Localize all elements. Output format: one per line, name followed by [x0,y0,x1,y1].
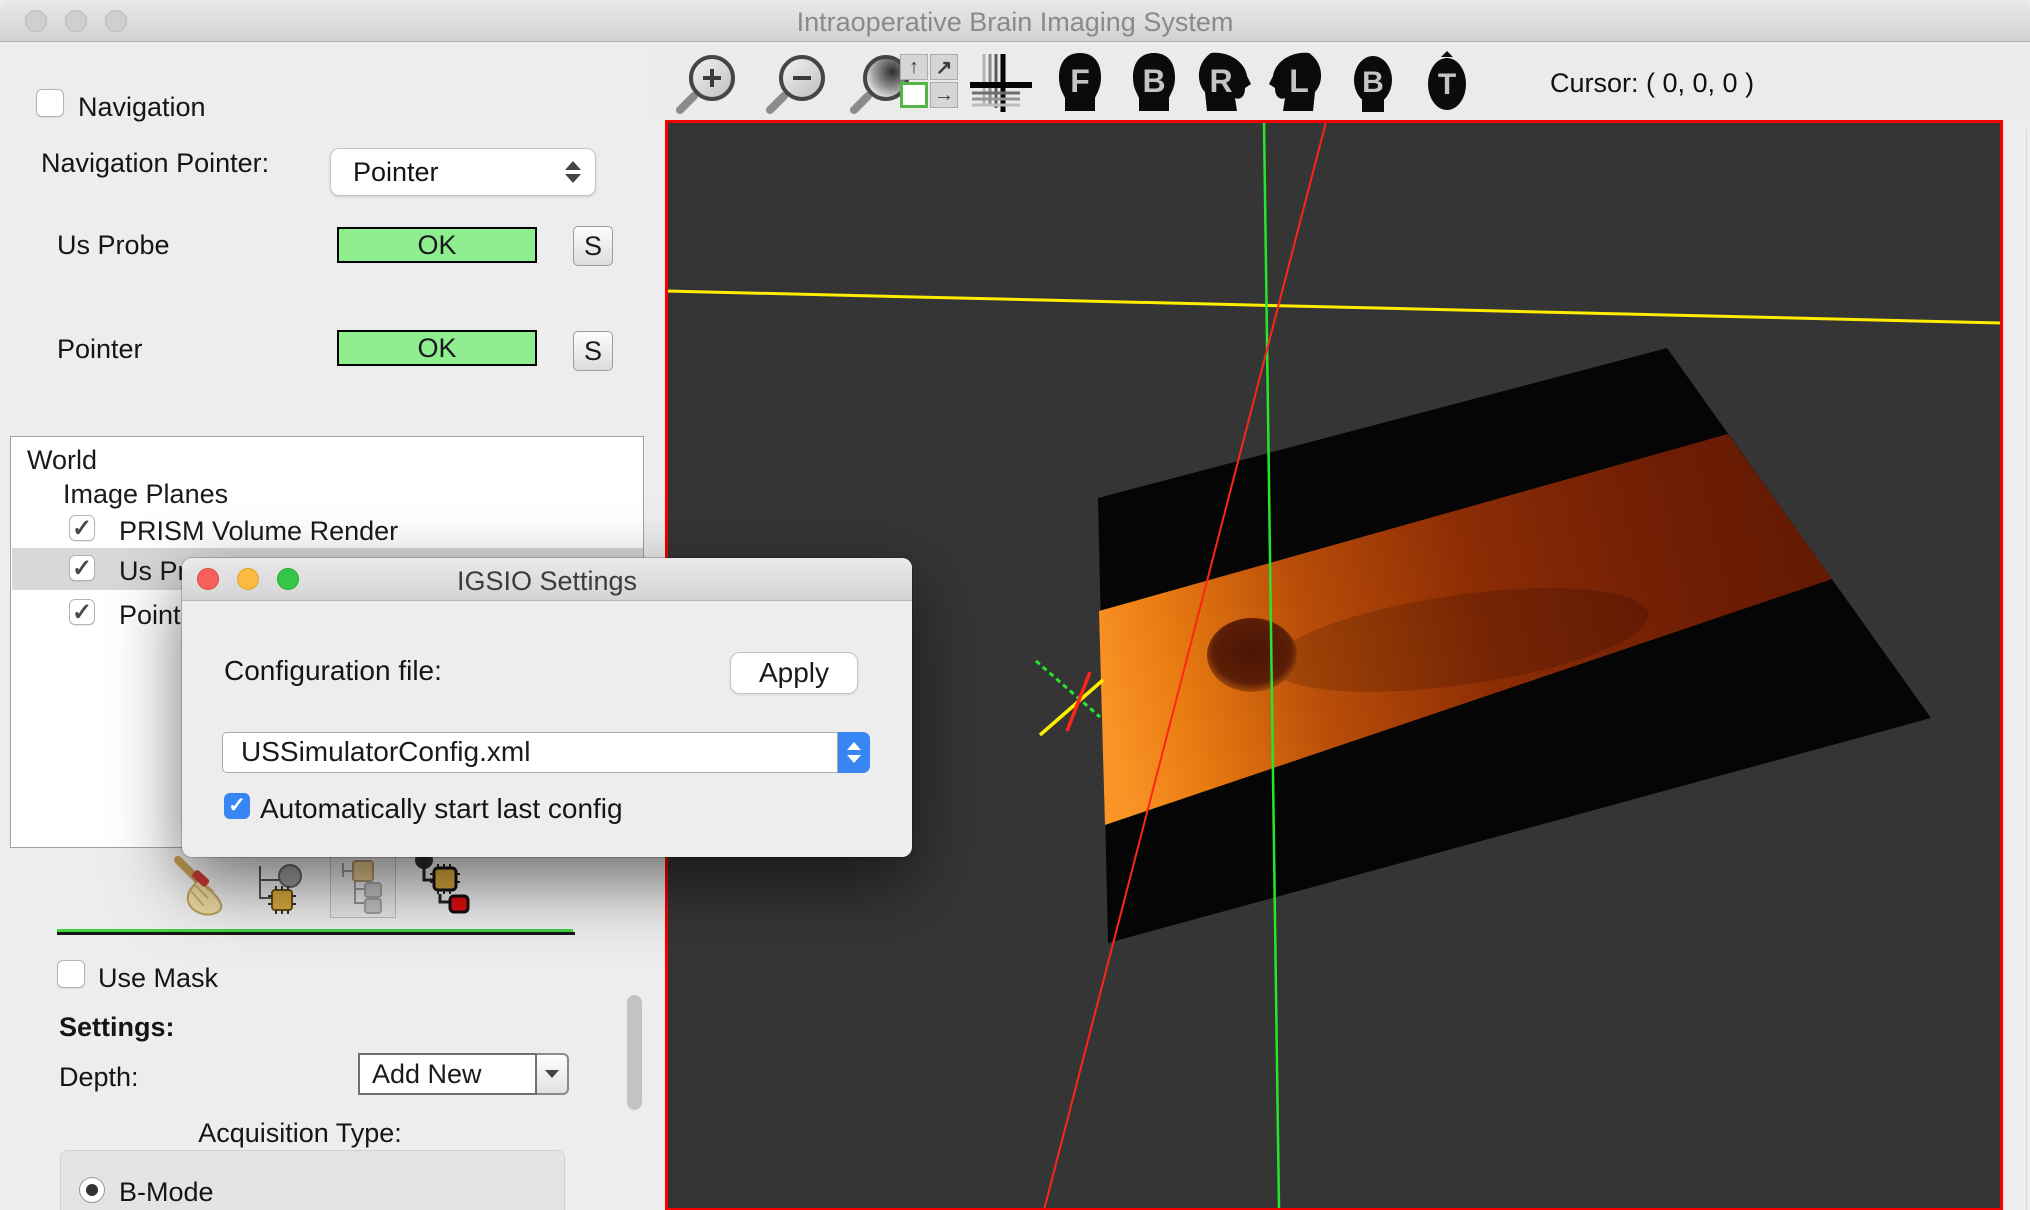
chevron-up-down-icon [565,161,581,183]
tree-item-us-probe[interactable]: Us Pr [119,556,187,587]
autostart-label: Automatically start last config [260,793,623,825]
apply-button[interactable]: Apply [730,652,858,694]
settings-heading: Settings: [59,1012,175,1043]
progress-line-track [57,932,575,935]
svg-text:B: B [1362,66,1384,99]
config-combo-stepper-icon[interactable] [838,732,870,773]
window-titlebar: Intraoperative Brain Imaging System [0,0,2030,42]
view-top-icon[interactable]: T [1422,50,1472,114]
navigation-pointer-value: Pointer [353,157,439,188]
svg-text:T: T [1438,68,1456,101]
navigation-pointer-label: Navigation Pointer: [41,148,269,179]
us-probe-s-button[interactable]: S [573,226,613,266]
tree-item-image-planes[interactable]: Image Planes [63,479,228,510]
navigation-pointer-select[interactable]: Pointer [330,148,596,196]
tree-item-world[interactable]: World [27,445,97,476]
tree-checkbox-us-probe[interactable]: ✓ [69,555,95,581]
depth-label: Depth: [59,1062,139,1093]
view-left-icon[interactable]: L [1268,50,1326,114]
us-probe-status: OK [337,227,537,263]
acquisition-group-box: B-Mode [60,1150,565,1210]
pipeline-selected-icon[interactable] [330,854,396,918]
view-back-icon[interactable]: B [1129,50,1179,114]
window-title: Intraoperative Brain Imaging System [0,7,2030,38]
svg-text:R: R [1209,63,1232,99]
view-right-icon[interactable]: R [1194,50,1252,114]
dialog-titlebar[interactable]: IGSIO Settings [182,558,912,601]
svg-text:B: B [1142,63,1165,99]
tree-item-pointer[interactable]: Point [119,600,181,631]
crosshairs-icon[interactable] [970,54,1036,116]
pointer-s-button[interactable]: S [573,331,613,371]
config-file-combo[interactable]: USSimulatorConfig.xml [222,732,838,773]
pan-expand-icon[interactable]: ↑ ↗ → [900,54,962,112]
navigation-label: Navigation [78,92,206,123]
zoom-in-icon[interactable] [672,50,742,116]
panel-scrollbar-thumb[interactable] [627,995,642,1110]
zoom-out-icon[interactable] [762,50,832,116]
dialog-title: IGSIO Settings [182,566,912,597]
cursor-coordinates: Cursor: ( 0, 0, 0 ) [1550,68,1754,99]
tree-checkbox-pointer[interactable]: ✓ [69,599,95,625]
clean-scene-icon[interactable] [168,854,236,925]
view-front-icon[interactable]: F [1055,50,1105,114]
window-edge-divider [2026,130,2027,1210]
us-probe-label: Us Probe [57,230,170,261]
acquisition-type-label: Acquisition Type: [160,1118,440,1149]
tree-item-prism-volume-render[interactable]: PRISM Volume Render [119,516,398,547]
svg-text:L: L [1289,63,1309,99]
chevron-down-icon [545,1070,559,1078]
navigation-checkbox[interactable] [36,89,64,117]
depth-combo[interactable]: Add New [358,1053,537,1095]
configuration-file-label: Configuration file: [224,655,442,687]
bmode-radio[interactable] [79,1177,105,1203]
processing-node-icon[interactable] [250,858,306,921]
pointer-label: Pointer [57,334,143,365]
pan-selected-cell [900,82,928,108]
slab-crater [1207,618,1297,692]
use-mask-label: Use Mask [98,963,218,994]
igsio-settings-dialog: IGSIO Settings Configuration file: Apply… [182,558,912,857]
svg-text:F: F [1070,63,1090,99]
autostart-checkbox[interactable]: ✓ [224,793,250,819]
depth-combo-arrow[interactable] [537,1053,569,1095]
bmode-label: B-Mode [119,1177,214,1208]
view-toolbar: ↑ ↗ → F B R L B T [650,42,2030,120]
use-mask-checkbox[interactable] [57,960,85,988]
view-occiput-icon[interactable]: B [1348,50,1398,114]
pointer-status: OK [337,330,537,366]
tree-checkbox-prism[interactable]: ✓ [69,515,95,541]
record-pipeline-icon[interactable] [410,854,474,921]
